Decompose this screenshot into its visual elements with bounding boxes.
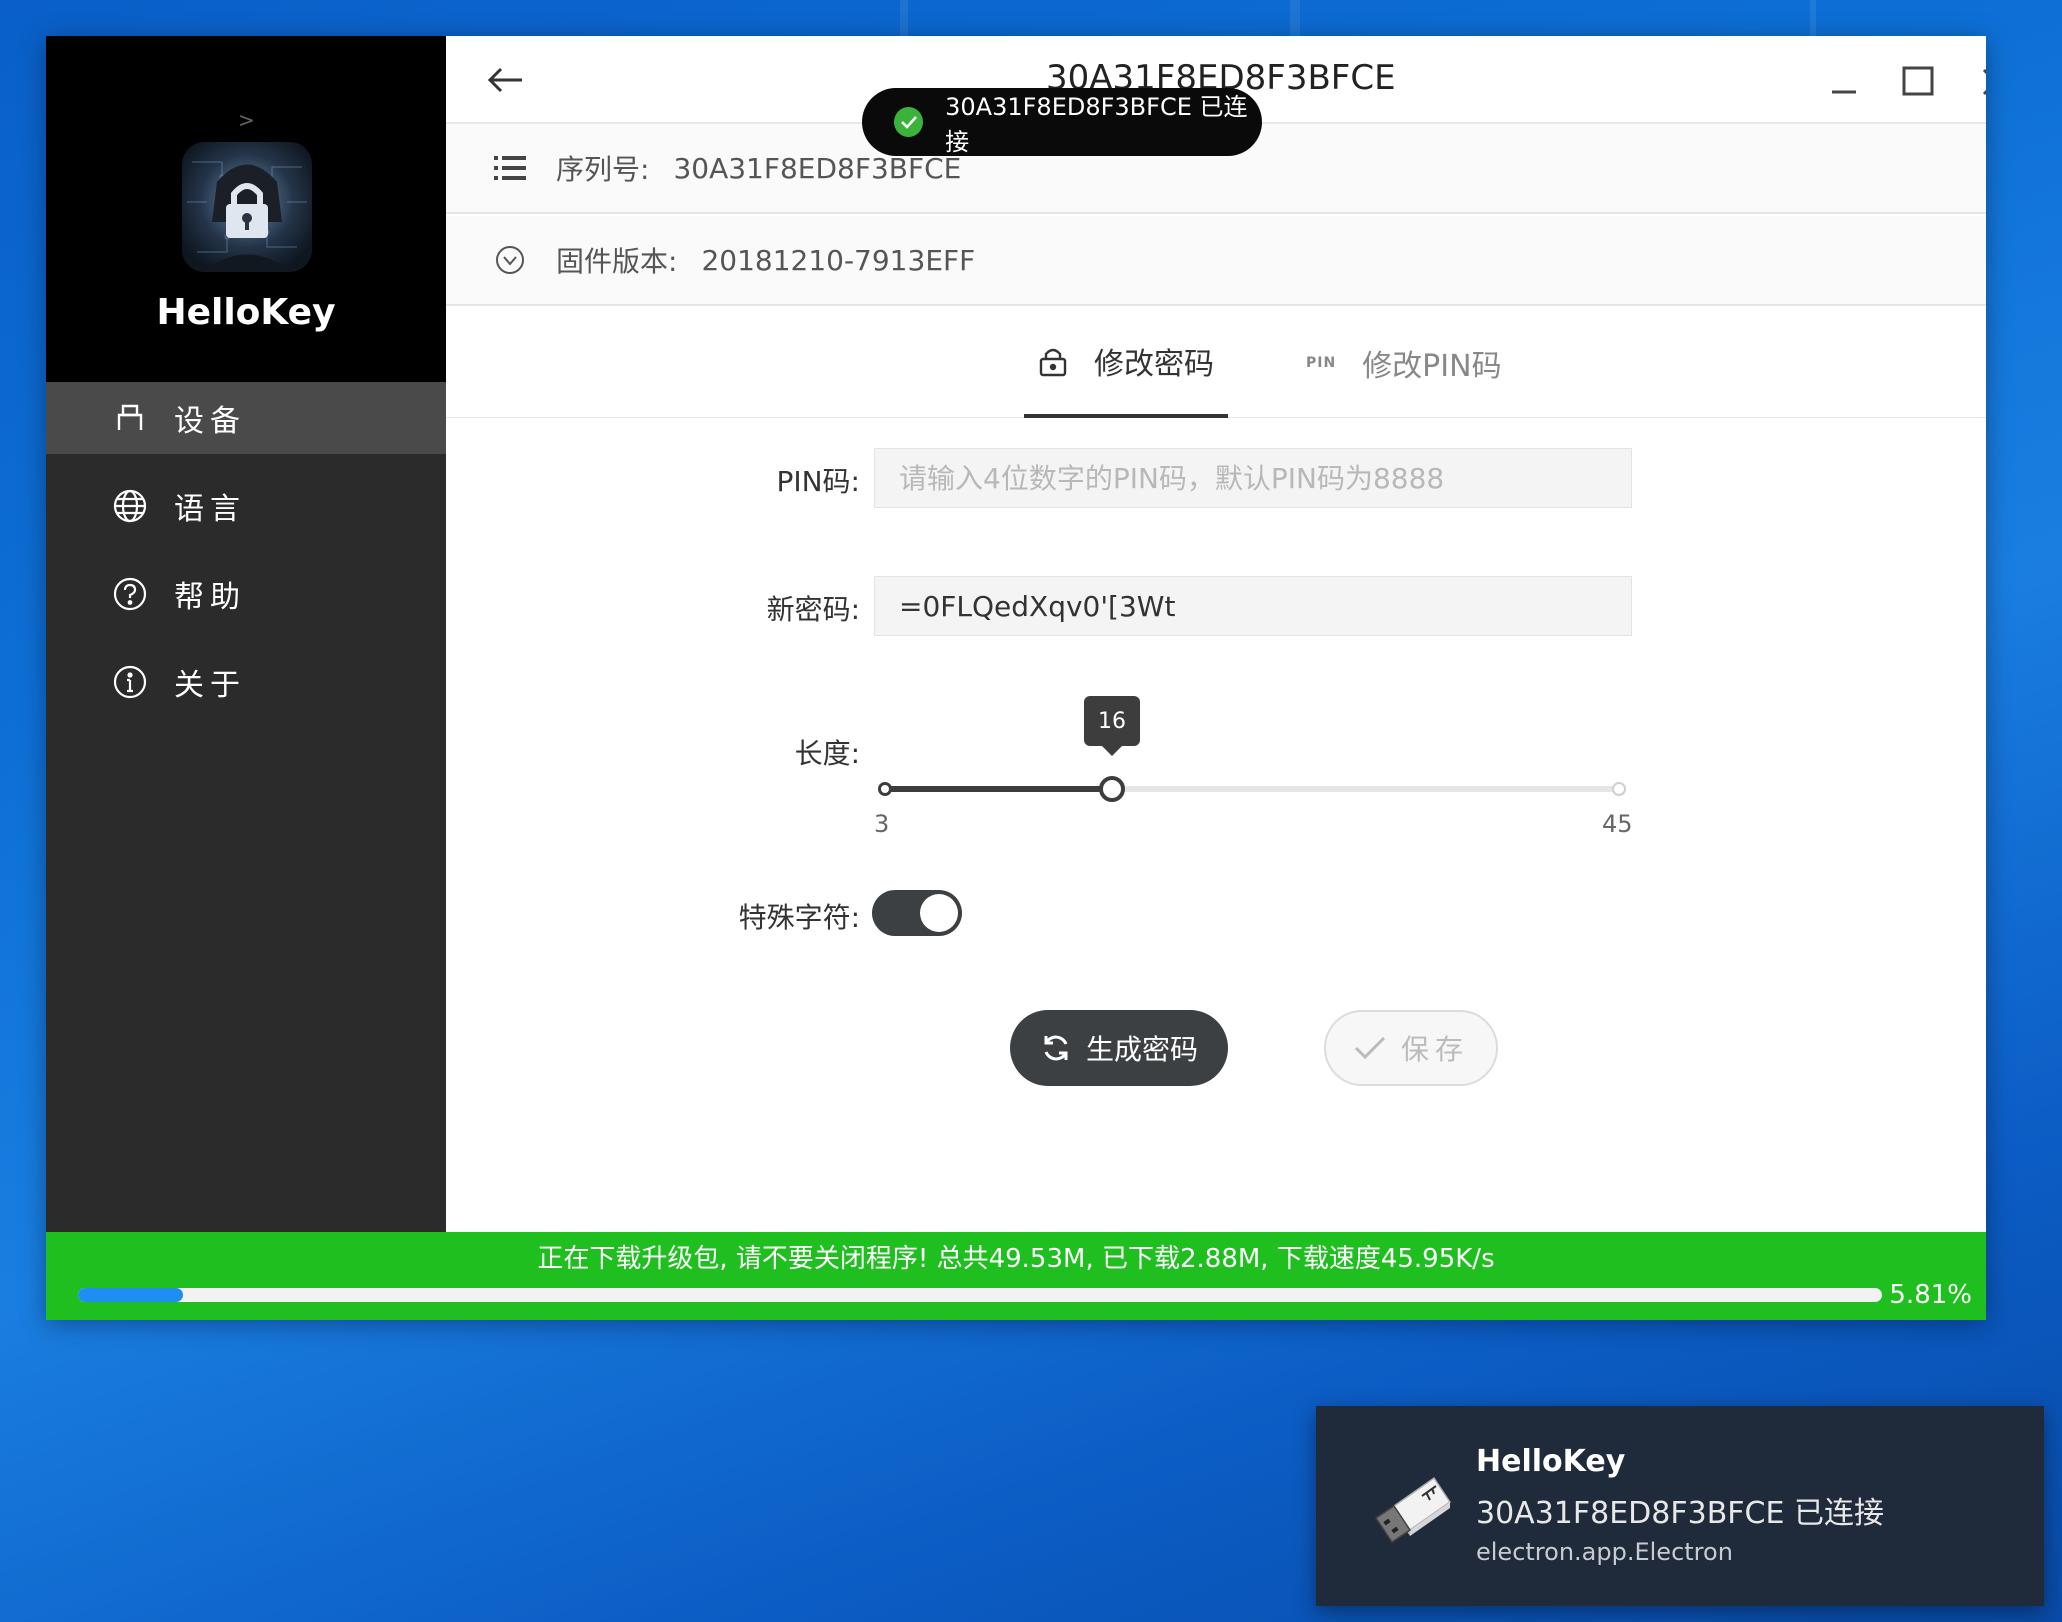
tab-bar: 修改密码 PIN 修改PIN码 xyxy=(446,308,1986,418)
length-label: 长度: xyxy=(794,737,860,770)
list-icon xyxy=(490,148,530,188)
sidebar-item-help[interactable]: 帮助 xyxy=(46,558,446,630)
save-label: 保存 xyxy=(1400,1033,1469,1066)
maximize-button[interactable] xyxy=(1898,62,1938,102)
notification-source: electron.app.Electron xyxy=(1476,1538,1733,1566)
desktop-background-streak xyxy=(1810,0,1816,36)
device-icon xyxy=(112,400,148,436)
special-chars-toggle[interactable] xyxy=(872,890,962,936)
arrow-left-icon xyxy=(487,67,522,93)
update-download-message: 正在下载升级包, 请不要关闭程序! 总共49.53M, 已下载2.88M, 下载… xyxy=(537,1244,1495,1274)
length-slider-thumb[interactable] xyxy=(1099,776,1125,802)
sidebar-header: > HelloKey xyxy=(46,36,446,382)
system-notification[interactable]: HelloKey 30A31F8ED8F3BFCE 已连接 electron.a… xyxy=(1316,1406,2044,1606)
pin-input[interactable] xyxy=(874,448,1632,508)
download-progress-bar xyxy=(78,1288,1882,1302)
refresh-icon xyxy=(1040,1032,1072,1064)
sidebar-nav: 设备 语言 帮助 关于 xyxy=(46,382,446,734)
firmware-version-value: 20181210-7913EFF xyxy=(701,243,976,277)
length-slider[interactable]: 16 xyxy=(878,696,1626,802)
generate-password-button[interactable]: 生成密码 xyxy=(1010,1010,1228,1086)
sidebar-collapse-toggle[interactable]: > xyxy=(238,108,255,132)
check-circle-icon xyxy=(894,107,924,137)
new-password-label: 新密码: xyxy=(766,593,860,626)
sidebar: > HelloKey 设备 语言 帮助 关于 xyxy=(46,36,446,1232)
app-window: > HelloKey 设备 语言 帮助 关于 30A31F8ED8F3BFCE … xyxy=(46,36,1986,1320)
update-download-bar: 正在下载升级包, 请不要关闭程序! 总共49.53M, 已下载2.88M, 下载… xyxy=(46,1232,1986,1320)
new-password-input[interactable] xyxy=(874,576,1632,636)
toast-message: 30A31F8ED8F3BFCE 已连接 xyxy=(945,93,1248,156)
notification-title: HelloKey xyxy=(1476,1444,1626,1479)
length-max-label: 45 xyxy=(1602,810,1633,838)
sidebar-item-label: 设备 xyxy=(174,404,246,439)
serial-number-value: 30A31F8ED8F3BFCE xyxy=(673,151,962,185)
length-slider-start-dot xyxy=(878,782,892,796)
tab-label: 修改PIN码 xyxy=(1362,349,1502,384)
connected-toast: 30A31F8ED8F3BFCE 已连接 xyxy=(862,88,1262,156)
sidebar-item-label: 帮助 xyxy=(174,580,246,615)
tab-change-password[interactable]: 修改密码 xyxy=(1024,308,1228,418)
back-button[interactable] xyxy=(486,60,526,100)
length-slider-end-dot xyxy=(1612,782,1626,796)
tab-change-pin[interactable]: PIN 修改PIN码 xyxy=(1306,308,1502,418)
sidebar-item-about[interactable]: 关于 xyxy=(46,646,446,718)
lock-icon xyxy=(1038,345,1068,377)
globe-icon xyxy=(112,488,148,524)
help-circle-icon xyxy=(112,576,148,612)
sidebar-item-label: 语言 xyxy=(174,492,246,527)
special-chars-label: 特殊字符: xyxy=(738,901,860,934)
chevron-down-circle-icon xyxy=(490,240,530,280)
usb-drive-icon xyxy=(1364,1456,1464,1556)
close-button[interactable] xyxy=(1976,62,1986,102)
sidebar-item-label: 关于 xyxy=(174,668,246,703)
sidebar-item-language[interactable]: 语言 xyxy=(46,470,446,542)
length-slider-fill xyxy=(884,786,1112,792)
maximize-icon xyxy=(1902,66,1934,96)
save-button[interactable]: 保存 xyxy=(1324,1010,1498,1086)
serial-number-label: 序列号: xyxy=(556,153,650,186)
pin-label: PIN码: xyxy=(776,465,860,498)
desktop-background-streak xyxy=(900,0,908,36)
close-icon xyxy=(1982,68,1986,96)
download-progress-percent: 5.81% xyxy=(1889,1280,1972,1310)
download-progress-fill xyxy=(78,1288,183,1302)
checkmark-icon xyxy=(1353,1034,1387,1062)
minimize-icon xyxy=(1832,90,1856,94)
app-name: HelloKey xyxy=(156,292,336,333)
tab-label: 修改密码 xyxy=(1094,347,1214,382)
length-min-label: 3 xyxy=(874,810,890,838)
notification-body: 30A31F8ED8F3BFCE 已连接 xyxy=(1476,1496,1884,1531)
generate-password-label: 生成密码 xyxy=(1085,1033,1198,1066)
firmware-version-label: 固件版本: xyxy=(556,245,678,278)
pin-icon: PIN xyxy=(1306,355,1337,371)
sidebar-item-device[interactable]: 设备 xyxy=(46,382,446,454)
desktop-background-streak xyxy=(1290,0,1300,36)
app-logo xyxy=(182,142,312,272)
firmware-version-row: 固件版本: 20181210-7913EFF xyxy=(446,216,1986,306)
minimize-button[interactable] xyxy=(1824,62,1864,102)
length-value-tooltip: 16 xyxy=(1084,696,1140,756)
info-circle-icon xyxy=(112,664,148,700)
toggle-knob xyxy=(920,894,958,932)
